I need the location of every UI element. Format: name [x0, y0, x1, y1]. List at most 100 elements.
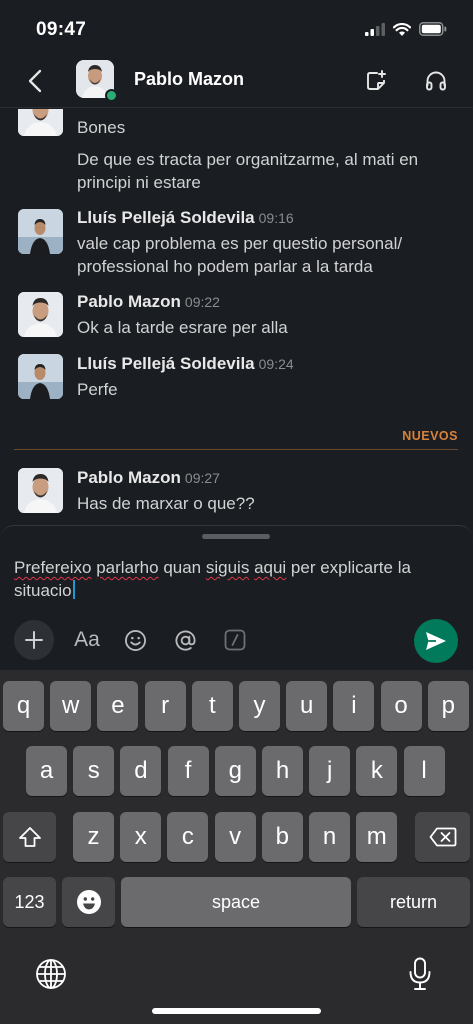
headphones-icon [426, 71, 446, 91]
key-l[interactable]: l [403, 746, 445, 796]
battery-icon [419, 22, 447, 41]
key-v[interactable]: v [214, 812, 256, 862]
key-o[interactable]: o [380, 681, 422, 731]
key-u[interactable]: u [286, 681, 328, 731]
key-s[interactable]: s [73, 746, 115, 796]
return-key[interactable]: return [357, 877, 470, 927]
emoji-icon [124, 629, 146, 651]
key-x[interactable]: x [120, 812, 162, 862]
dictation-key[interactable] [400, 954, 440, 994]
misspelled-word[interactable]: Prefereixo [14, 558, 91, 577]
shift-icon [18, 827, 41, 847]
message-composer: Prefereixo parlarho quan siguis aqui per… [0, 525, 473, 670]
message-text: Has de marxar o que?? [77, 494, 255, 513]
status-bar: 09:47 [0, 0, 473, 56]
send-button[interactable] [414, 619, 458, 663]
back-button[interactable] [22, 66, 48, 96]
new-messages-label: NUEVOS [402, 429, 458, 443]
message-author[interactable]: Pablo Mazon 09:22 [77, 292, 220, 312]
emoji-button[interactable] [122, 620, 148, 660]
composer-drag-handle[interactable] [202, 534, 270, 539]
emoji-icon [76, 890, 101, 914]
key-k[interactable]: k [356, 746, 398, 796]
canvas-button[interactable] [361, 66, 391, 96]
wifi-icon [392, 22, 412, 41]
online-status-indicator [105, 89, 118, 102]
text-caret [72, 580, 75, 599]
status-icons [365, 22, 447, 41]
misspelled-word[interactable]: aqui [254, 558, 286, 577]
key-g[interactable]: g [214, 746, 256, 796]
chevron-left-icon [28, 69, 42, 93]
globe-icon [36, 959, 66, 989]
add-attachment-button[interactable] [14, 620, 54, 660]
composer-text-segment: quan [158, 558, 206, 577]
message-timestamp: 09:22 [184, 294, 220, 310]
globe-key[interactable] [31, 954, 71, 994]
misspelled-word[interactable]: parlarho [96, 558, 158, 577]
formatting-button[interactable]: Aa [70, 620, 104, 660]
misspelled-word[interactable]: siguis [206, 558, 249, 577]
emoji-keyboard-key[interactable] [62, 877, 115, 927]
message-author[interactable]: Lluís Pellejá Soldevila 09:24 [77, 354, 294, 374]
mention-button[interactable] [172, 620, 198, 660]
at-icon [175, 630, 196, 651]
canvas-note-icon [367, 70, 386, 90]
onscreen-keyboard: qwertyuiop asdfghjkl zxcvbnm 123 space r… [0, 670, 473, 1024]
contact-avatar[interactable] [76, 60, 118, 102]
microphone-icon [409, 957, 431, 990]
message-text: vale cap problema es per questio persona… [77, 234, 403, 276]
key-i[interactable]: i [333, 681, 375, 731]
message-author[interactable]: Lluís Pellejá Soldevila 09:16 [77, 208, 294, 228]
key-f[interactable]: f [167, 746, 209, 796]
status-time: 09:47 [36, 19, 87, 40]
slash-command-icon [224, 629, 246, 651]
key-b[interactable]: b [261, 812, 303, 862]
avatar[interactable] [18, 109, 63, 136]
key-y[interactable]: y [239, 681, 280, 731]
key-c[interactable]: c [167, 812, 209, 862]
new-messages-divider [14, 449, 458, 450]
contact-name[interactable]: Pablo Mazon [134, 69, 244, 90]
backspace-icon [429, 827, 456, 847]
avatar[interactable] [18, 354, 63, 399]
message-timestamp: 09:27 [184, 470, 220, 486]
key-h[interactable]: h [262, 746, 303, 796]
key-w[interactable]: w [50, 681, 92, 731]
avatar[interactable] [18, 209, 63, 254]
slash-command-button[interactable] [222, 620, 248, 660]
key-q[interactable]: q [3, 681, 44, 731]
message-text: De que es tracta per organitzarme, al ma… [77, 150, 419, 192]
key-t[interactable]: t [191, 681, 233, 731]
avatar[interactable] [18, 292, 63, 337]
message-author[interactable]: Pablo Mazon 09:27 [77, 468, 220, 488]
key-m[interactable]: m [356, 812, 398, 862]
composer-toolbar: Aa [0, 618, 473, 662]
huddle-button[interactable] [421, 66, 451, 96]
plus-icon [25, 631, 43, 649]
key-j[interactable]: j [309, 746, 351, 796]
shift-key[interactable] [3, 812, 56, 862]
key-e[interactable]: e [97, 681, 139, 731]
message-timestamp: 09:24 [258, 356, 294, 372]
numbers-key[interactable]: 123 [3, 877, 56, 927]
message-list[interactable]: Bones De que es tracta per organitzarme,… [0, 109, 473, 525]
message-text: Bones [77, 118, 126, 137]
key-z[interactable]: z [73, 812, 114, 862]
message-text: Perfe [77, 380, 118, 399]
key-d[interactable]: d [120, 746, 162, 796]
conversation-header: Pablo Mazon [0, 56, 473, 108]
key-r[interactable]: r [144, 681, 186, 731]
avatar[interactable] [18, 468, 63, 513]
key-a[interactable]: a [26, 746, 67, 796]
key-n[interactable]: n [309, 812, 350, 862]
message-timestamp: 09:16 [258, 210, 294, 226]
signal-icon [365, 22, 385, 41]
backspace-key[interactable] [415, 812, 470, 862]
space-key[interactable]: space [121, 877, 351, 927]
message-input[interactable]: Prefereixo parlarho quan siguis aqui per… [14, 556, 454, 602]
home-indicator[interactable] [152, 1008, 321, 1014]
key-p[interactable]: p [427, 681, 469, 731]
send-icon [426, 632, 446, 650]
message-text: Ok a la tarde esrare per alla [77, 318, 288, 337]
